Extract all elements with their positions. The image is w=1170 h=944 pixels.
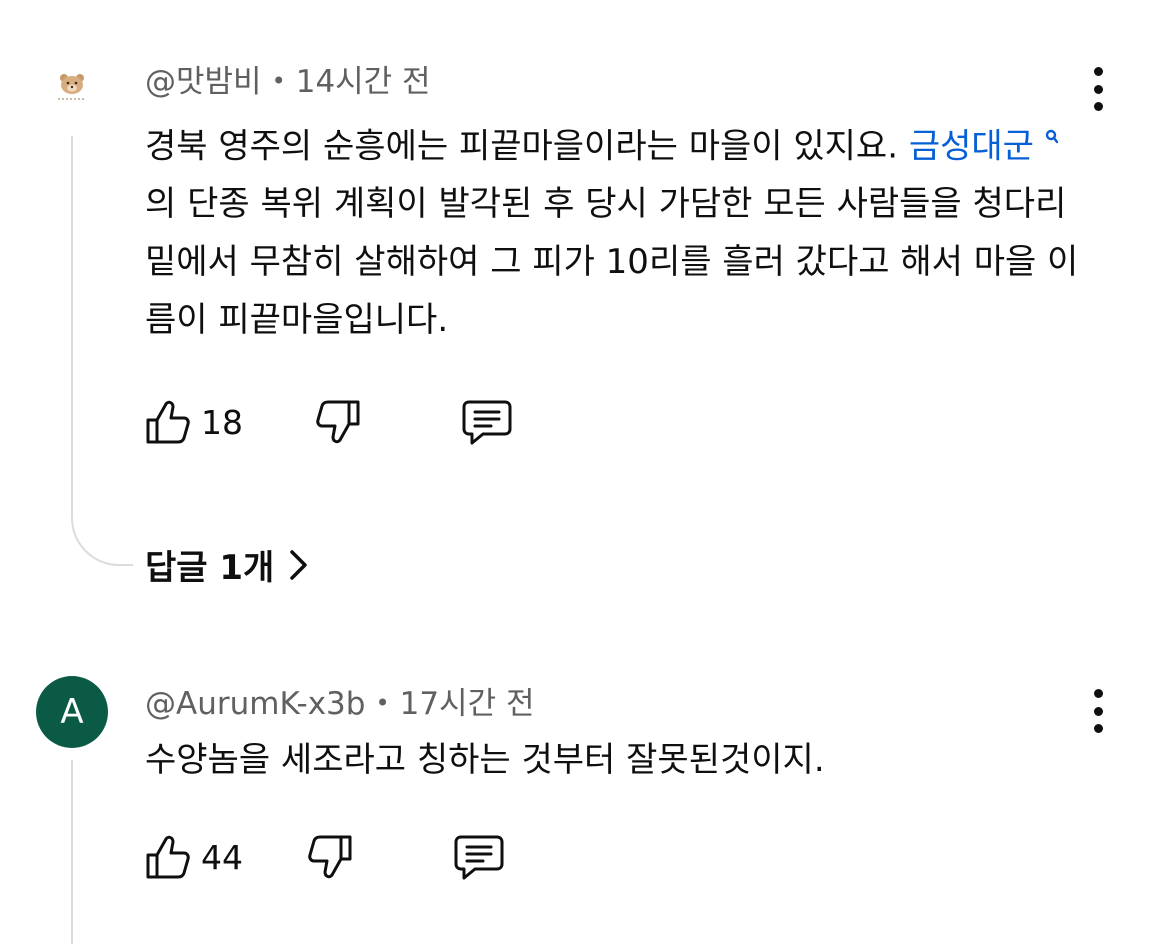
- like-button[interactable]: 18: [145, 398, 243, 446]
- more-options-button[interactable]: [1084, 689, 1112, 733]
- thread-line: [71, 136, 73, 502]
- dislike-button[interactable]: [307, 833, 353, 881]
- search-icon: [1038, 126, 1060, 150]
- more-vert-dot: [1093, 724, 1103, 733]
- avatar[interactable]: A: [36, 676, 108, 748]
- comment-meta: @AurumK-x3b • 17시간 전: [145, 678, 534, 723]
- avatar-letter: A: [60, 692, 84, 732]
- more-vert-dot: [1093, 84, 1103, 94]
- comment-text-part: 경북 영주의 순흥에는 피끝마을이라는 마을이 있지요.: [145, 126, 909, 167]
- author-name[interactable]: @AurumK-x3b: [145, 686, 365, 722]
- thumbs-down-icon: [316, 400, 360, 444]
- meta-separator: •: [375, 689, 390, 717]
- thread-line: [71, 760, 73, 944]
- more-vert-icon: [1093, 689, 1103, 698]
- comment-text-part: 의 단종 복위 계획이 발각된 후 당시 가담한 모든 사람들을 청다리 밑에서…: [145, 184, 1079, 341]
- dislike-button[interactable]: [315, 398, 361, 446]
- bear-icon: [58, 74, 86, 100]
- reply-button[interactable]: [461, 398, 513, 446]
- like-count: 18: [201, 402, 243, 442]
- comment-meta: @맛밤비 • 14시간 전: [145, 56, 431, 101]
- comment-icon: [454, 835, 504, 880]
- timestamp[interactable]: 17시간 전: [400, 686, 535, 722]
- comment-text: 경북 영주의 순흥에는 피끝마을이라는 마을이 있지요. 금성대군 의 단종 복…: [145, 109, 1080, 349]
- thumbs-up-icon: [146, 400, 190, 444]
- thumbs-up-icon: [146, 835, 190, 879]
- author-name[interactable]: @맛밤비: [145, 64, 262, 100]
- more-options-button[interactable]: [1084, 67, 1112, 111]
- thumbs-down-icon: [308, 835, 352, 879]
- like-count: 44: [201, 837, 243, 877]
- reply-button[interactable]: [453, 833, 505, 881]
- comment-text: 수양놈을 세조라고 칭하는 것부터 잘못된것이지.: [145, 740, 825, 780]
- timestamp[interactable]: 14시간 전: [296, 64, 431, 100]
- meta-separator: •: [271, 67, 286, 95]
- avatar[interactable]: [36, 50, 108, 122]
- replies-label: 답글 1개: [145, 548, 275, 588]
- search-link[interactable]: 금성대군: [909, 126, 1034, 166]
- comment-icon: [462, 400, 512, 445]
- like-button[interactable]: 44: [145, 833, 243, 881]
- more-vert-dot: [1093, 706, 1103, 716]
- more-vert-icon: [1093, 67, 1103, 76]
- chevron-right-icon: [290, 549, 308, 580]
- view-replies-button[interactable]: 답글 1개: [145, 540, 310, 589]
- more-vert-dot: [1093, 102, 1103, 111]
- action-bar: 44: [145, 830, 505, 884]
- action-bar: 18: [145, 395, 513, 449]
- thread-curve: [71, 500, 133, 566]
